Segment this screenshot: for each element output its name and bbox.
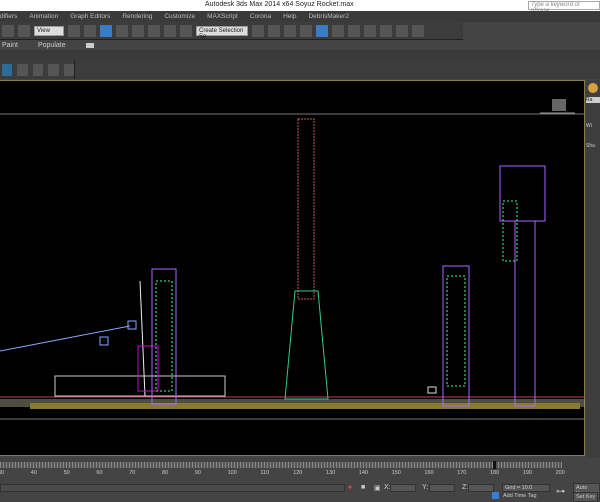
scale-icon[interactable]: [18, 24, 30, 37]
menu-maxscript[interactable]: MAXScript: [207, 13, 238, 20]
time-slider-handle[interactable]: [493, 461, 496, 469]
material-editor-icon[interactable]: [364, 24, 376, 37]
viewport-layout-icon[interactable]: [2, 63, 13, 76]
snap-3d-icon[interactable]: [116, 24, 128, 37]
panel-label-sha: Sha: [586, 143, 595, 149]
y-field[interactable]: [429, 484, 455, 492]
timeline-tick-label: 120: [293, 470, 303, 476]
isolate-icon[interactable]: ●: [348, 484, 352, 491]
render-frame-icon[interactable]: [396, 24, 408, 37]
x-field[interactable]: [390, 484, 416, 492]
mirror-icon[interactable]: [252, 24, 264, 37]
spinner-snap-icon[interactable]: [164, 24, 176, 37]
viewcube-icon[interactable]: [552, 99, 566, 111]
menu-bar: difiers Animation Graph Editors Renderin…: [0, 11, 600, 22]
title-bar: Autodesk 3ds Max 2014 x64 Soyuz Rocket.m…: [0, 0, 600, 14]
menu-debrismaker[interactable]: DebrisMaker2: [308, 13, 348, 20]
timeline-tick-label: 150: [391, 470, 401, 476]
menu-corona[interactable]: Corona: [250, 13, 271, 20]
set-key-button[interactable]: Set Key: [573, 492, 599, 502]
timeline-tick-label: 70: [129, 470, 136, 476]
timeline-tick-label: 160: [424, 470, 434, 476]
timeline-tick-label: 30: [0, 470, 5, 476]
select-manipulate-icon[interactable]: [100, 24, 112, 37]
reference-coord-select[interactable]: View: [34, 25, 64, 36]
status-bar: ● ■ ▣ X: Y: Z: Grid = 10.0 Add Time Tag …: [0, 483, 600, 502]
viewport-toolbar-empty: [75, 60, 600, 79]
ribbon-panel: [0, 50, 600, 60]
timeline-ticks[interactable]: [0, 462, 562, 468]
add-time-tag[interactable]: Add Time Tag: [503, 493, 537, 499]
angle-snap-icon[interactable]: [132, 24, 144, 37]
menu-animation[interactable]: Animation: [29, 13, 58, 20]
prompt-line: [0, 484, 345, 492]
time-tag-icon[interactable]: [492, 492, 499, 499]
grid-display: Grid = 10.0: [502, 484, 550, 492]
tab-populate[interactable]: Populate: [38, 42, 66, 49]
timeline-tick-label: 100: [227, 470, 237, 476]
display-icon[interactable]: [32, 63, 44, 76]
service-tower-2: [442, 265, 470, 407]
key-icon[interactable]: ⊶: [556, 486, 565, 497]
percent-snap-icon[interactable]: [148, 24, 160, 37]
timeline-tick-label: 170: [457, 470, 467, 476]
timeline-tick-label: 80: [162, 470, 169, 476]
light-icon[interactable]: [588, 83, 598, 93]
ribbon: Paint Populate: [0, 40, 600, 50]
timeline-tick-label: 130: [326, 470, 336, 476]
lightning-mast: [284, 118, 329, 400]
timeline-tick-label: 190: [522, 470, 532, 476]
menu-modifiers[interactable]: difiers: [0, 13, 17, 20]
small-object: [427, 386, 437, 394]
viewport-toolbar: [0, 60, 75, 79]
selection-set-select[interactable]: Create Selection Se: [196, 25, 248, 40]
service-tower-1: [151, 268, 177, 405]
tab-paint[interactable]: Paint: [2, 42, 18, 49]
teapot-render-icon[interactable]: [412, 24, 424, 37]
main-toolbar: View Create Selection Se: [0, 22, 463, 40]
pivot-icon[interactable]: [68, 24, 80, 37]
timeline-tick-label: 50: [63, 470, 70, 476]
menu-customize[interactable]: Customize: [164, 13, 195, 20]
timeline-tick-label: 180: [490, 470, 500, 476]
menu-rendering[interactable]: Rendering: [122, 13, 152, 20]
layer-icon[interactable]: [284, 24, 296, 37]
ribbon-options-icon[interactable]: [85, 42, 94, 48]
move-icon[interactable]: [84, 24, 96, 37]
menu-help[interactable]: Help: [283, 13, 296, 20]
schematic-view-icon[interactable]: [348, 24, 360, 37]
timeline-tick-label: 90: [194, 470, 201, 476]
track-bar[interactable]: 30 40 50 60 70 80 90 100 110 120 130 140 150 160 170 18…: [0, 460, 585, 484]
menu-graph-editors[interactable]: Graph Editors: [70, 13, 110, 20]
scene-explorer-icon[interactable]: [316, 24, 328, 37]
timeline-tick-label: 140: [358, 470, 368, 476]
absolute-mode-icon[interactable]: ▣: [374, 484, 381, 492]
rotate-icon[interactable]: [2, 24, 14, 37]
y-label: Y:: [422, 484, 429, 491]
launch-pad: [0, 280, 226, 397]
particle-icon[interactable]: [17, 63, 28, 76]
timeline-tick-label: 60: [96, 470, 103, 476]
align-icon[interactable]: [268, 24, 280, 37]
panel-label-wi: Wi: [586, 123, 592, 129]
scene-wireframe: [0, 99, 585, 420]
edit-named-sets-icon[interactable]: [180, 24, 192, 37]
search-input[interactable]: Type a keyword or phrase: [528, 1, 600, 14]
lock-icon[interactable]: ■: [361, 484, 365, 491]
timeline-tick-label: 40: [30, 470, 37, 476]
command-panel: Ra Wi Sha: [586, 80, 600, 458]
render-setup-icon[interactable]: [380, 24, 392, 37]
timeline-tick-label: 110: [260, 470, 270, 476]
panel-label-ra: Ra: [586, 97, 600, 103]
z-field[interactable]: [468, 484, 494, 492]
vegetation: [30, 403, 580, 409]
graphite-icon[interactable]: [300, 24, 312, 37]
viewport[interactable]: [0, 80, 585, 456]
teapot-icon[interactable]: [48, 63, 59, 76]
timeline-tick-label: 200: [555, 470, 565, 476]
service-tower-3: [499, 165, 546, 407]
light-icon[interactable]: [63, 63, 75, 76]
window-title: Autodesk 3ds Max 2014 x64 Soyuz Rocket.m…: [205, 1, 354, 8]
curve-editor-icon[interactable]: [332, 24, 344, 37]
